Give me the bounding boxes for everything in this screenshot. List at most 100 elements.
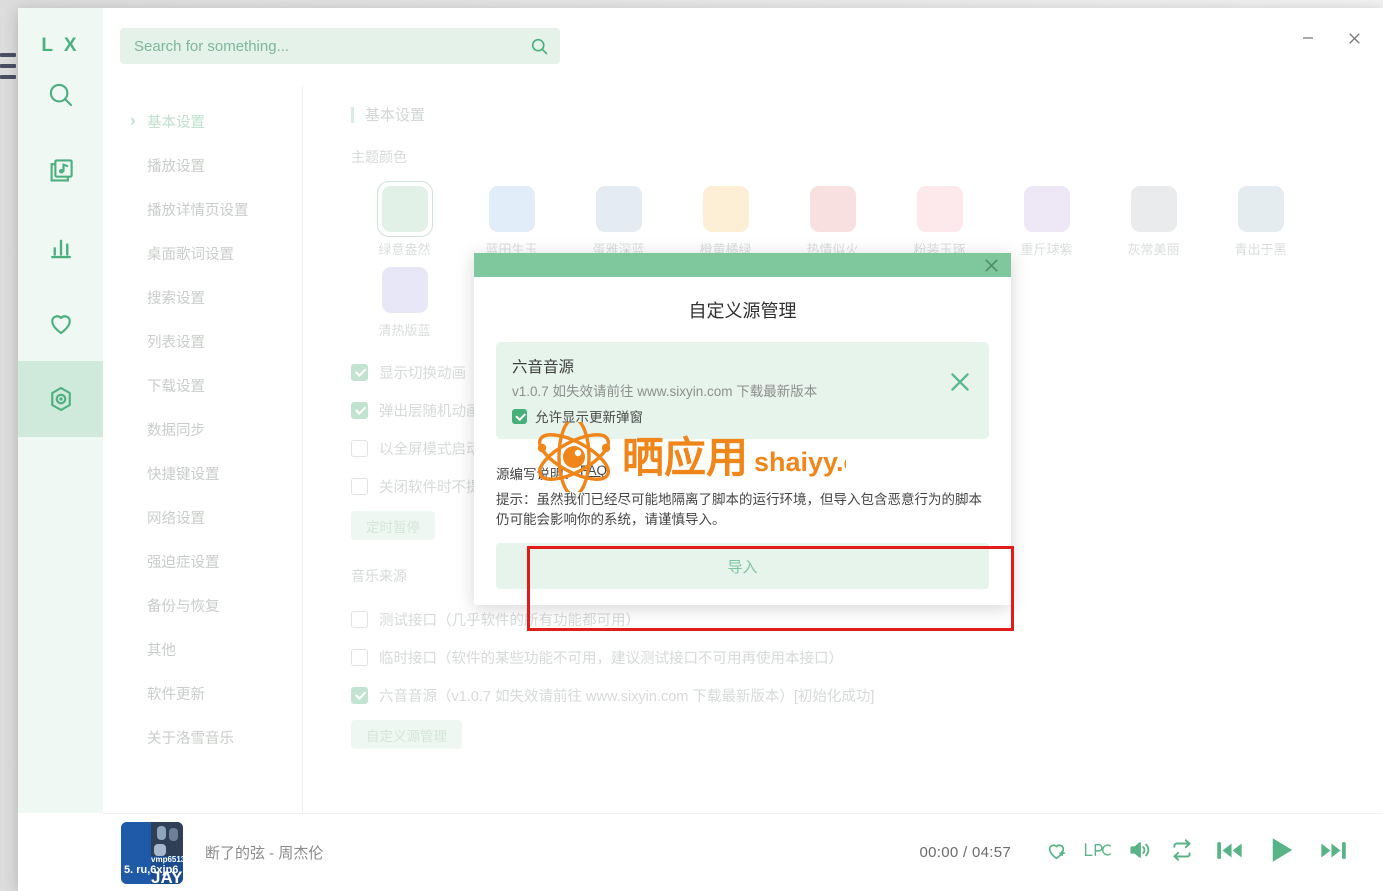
next-track-button[interactable] [1307, 832, 1359, 874]
theme-swatch-color [381, 186, 428, 232]
checkbox-checked-icon [351, 401, 368, 419]
theme-swatch-wrap [912, 181, 968, 237]
settings-nav-item-label: 列表设置 [147, 334, 205, 351]
theme-swatch-label: 灰常美丽 [1127, 242, 1180, 257]
theme-swatch-label: 清热版蓝 [378, 323, 431, 338]
theme-swatch-color [809, 186, 856, 232]
repeat-mode-button[interactable] [1161, 832, 1203, 874]
security-tip: 提示：虽然我们已经尽可能地隔离了脚本的运行环境，但导入包含恶意行为的脚本仍可能会… [496, 492, 982, 527]
theme-color-label: 主题颜色 [351, 149, 407, 165]
theme-swatch[interactable]: 绿意盎然 [351, 181, 458, 258]
search-input[interactable]: Search for something... [120, 28, 560, 64]
heart-icon [46, 308, 76, 338]
allow-update-popup-checkbox[interactable]: 允许显示更新弹窗 [512, 406, 937, 426]
settings-nav-item[interactable]: 快捷键设置 [103, 451, 302, 495]
theme-swatch-wrap [484, 181, 540, 237]
settings-checkbox-row[interactable]: 测试接口（几乎软件的所有功能都可用） [351, 600, 1383, 638]
settings-nav-item[interactable]: 桌面歌词设置 [103, 231, 302, 275]
settings-nav-item-label: 下载设置 [147, 378, 205, 395]
settings-nav-item-label: 播放详情页设置 [147, 202, 249, 219]
settings-nav-item[interactable]: 网络设置 [103, 495, 302, 539]
checkbox-unchecked-icon [351, 439, 368, 457]
settings-nav-item-label: 快捷键设置 [147, 466, 220, 483]
theme-swatch-wrap [377, 262, 433, 318]
import-button[interactable]: 导入 [496, 543, 989, 590]
heart-plus-icon [1044, 838, 1069, 868]
checkbox-unchecked-icon [351, 648, 368, 666]
settings-checkbox-row[interactable]: 六音音源（v1.0.7 如失效请前往 www.sixyin.com 下载最新版本… [351, 676, 1383, 714]
settings-nav-item-label: 桌面歌词设置 [147, 246, 234, 263]
faq-link[interactable]: FAQ [580, 463, 607, 483]
sidebar-item-leaderboard[interactable] [18, 209, 103, 285]
theme-swatch-color [488, 186, 535, 232]
settings-nav-item[interactable]: 下载设置 [103, 363, 302, 407]
theme-swatch[interactable]: 清热版蓝 [351, 262, 458, 339]
theme-swatch[interactable]: 重斤球紫 [993, 181, 1100, 258]
theme-swatch[interactable]: 青出于黑 [1207, 181, 1314, 258]
search-placeholder: Search for something... [134, 37, 290, 55]
faq-prefix: 源编写说明： [496, 467, 577, 482]
faq-line: 源编写说明： FAQ [496, 463, 989, 483]
checkbox-unchecked-icon [351, 477, 368, 495]
sidebar-item-search[interactable] [18, 57, 103, 133]
settings-nav-item[interactable]: 播放设置 [103, 143, 302, 187]
settings-checkbox-label: 临时接口（软件的某些功能不可用，建议测试接口不可用再使用本接口） [379, 650, 843, 667]
settings-nav: 基本设置播放设置播放详情页设置桌面歌词设置搜索设置列表设置下载设置数据同步快捷键… [103, 86, 303, 813]
theme-swatch[interactable]: 蓝田生玉 [458, 181, 565, 258]
previous-icon [1214, 835, 1245, 871]
theme-swatch[interactable]: 橙黄橘绿 [672, 181, 779, 258]
album-art[interactable]: vmp6513 5. ru,6xjp6 JAY [121, 821, 183, 884]
settings-nav-item[interactable]: 关于洛雪音乐 [103, 715, 302, 759]
minimize-button[interactable] [1285, 18, 1331, 58]
volume-button[interactable] [1119, 832, 1161, 874]
dialog-title: 自定义源管理 [688, 301, 797, 321]
lyrics-toggle-button[interactable] [1077, 832, 1119, 874]
settings-nav-item-label: 播放设置 [147, 158, 205, 175]
custom-source-manage-button[interactable]: 自定义源管理 [351, 720, 462, 749]
add-to-favorites-button[interactable] [1035, 832, 1077, 874]
theme-swatch-color [1237, 186, 1284, 232]
checkbox-unchecked-icon [351, 610, 368, 628]
settings-nav-item[interactable]: 数据同步 [103, 407, 302, 451]
settings-nav-item[interactable]: 列表设置 [103, 319, 302, 363]
player-controls: 00:00 / 04:57 [920, 832, 1359, 874]
settings-nav-item[interactable]: 搜索设置 [103, 275, 302, 319]
settings-nav-item[interactable]: 其他 [103, 627, 302, 671]
bar-chart-icon [46, 232, 76, 262]
close-button[interactable] [1331, 18, 1377, 58]
settings-nav-item[interactable]: 基本设置 [103, 99, 302, 143]
app-window: L X Search for something... › 基本设置 播放设置 … [18, 8, 1383, 891]
icon-sidebar: L X [18, 8, 103, 813]
hamburger-icon[interactable] [0, 50, 16, 82]
sidebar-item-songlist[interactable] [18, 133, 103, 209]
search-icon[interactable] [529, 36, 550, 57]
timer-pause-button[interactable]: 定时暂停 [351, 511, 435, 540]
settings-nav-item[interactable]: 软件更新 [103, 671, 302, 715]
settings-checkbox-label: 以全屏模式启动 [379, 441, 481, 458]
theme-swatch[interactable]: 热情似火 [779, 181, 886, 258]
dialog-titlebar [474, 253, 1011, 277]
theme-swatch-wrap [1126, 181, 1182, 237]
close-icon[interactable] [982, 256, 1001, 275]
source-card-main: 六音音源 v1.0.7 如失效请前往 www.sixyin.com 下载最新版本… [512, 355, 937, 426]
theme-swatch-label: 绿意盎然 [378, 242, 431, 257]
theme-swatch[interactable]: 蛋雅深蓝 [565, 181, 672, 258]
theme-swatch-wrap [1233, 181, 1289, 237]
settings-nav-item[interactable]: 强迫症设置 [103, 539, 302, 583]
app-logo: L X [41, 35, 80, 56]
settings-nav-item[interactable]: 备份与恢复 [103, 583, 302, 627]
gear-hex-icon [46, 384, 76, 414]
sidebar-item-settings[interactable] [18, 361, 103, 437]
theme-swatch[interactable]: 灰常美丽 [1100, 181, 1207, 258]
remove-x-icon[interactable] [947, 369, 973, 395]
settings-nav-item[interactable]: 播放详情页设置 [103, 187, 302, 231]
sidebar-item-favorites[interactable] [18, 285, 103, 361]
settings-checkbox-row[interactable]: 临时接口（软件的某些功能不可用，建议测试接口不可用再使用本接口） [351, 638, 1383, 676]
theme-swatch[interactable]: 粉装玉琢 [886, 181, 993, 258]
checkbox-checked-icon [351, 363, 368, 381]
lrc-icon [1083, 839, 1113, 866]
music-library-icon [46, 156, 76, 186]
settings-nav-item-label: 其他 [147, 642, 176, 659]
previous-track-button[interactable] [1203, 832, 1255, 874]
play-button[interactable] [1255, 832, 1307, 874]
